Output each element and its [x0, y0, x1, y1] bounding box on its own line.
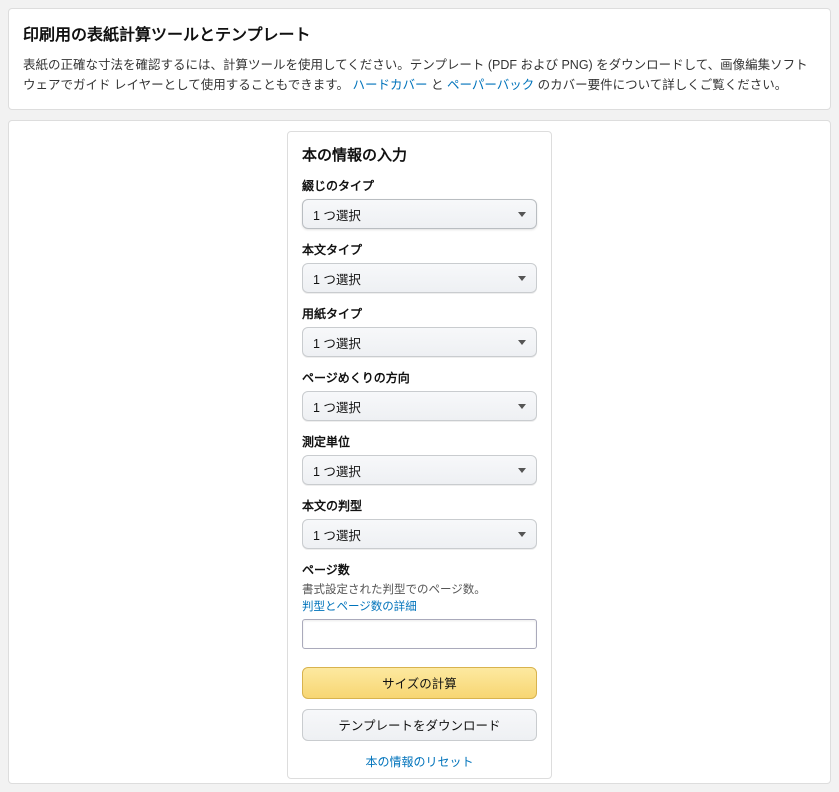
page-count-subtext: 書式設定された判型でのページ数。	[302, 583, 537, 598]
chevron-down-icon	[518, 468, 526, 473]
field-paper-type: 用紙タイプ 1 つ選択	[302, 305, 537, 357]
chevron-down-icon	[518, 340, 526, 345]
field-measurement-unit: 測定単位 1 つ選択	[302, 433, 537, 485]
interior-type-select[interactable]: 1 つ選択	[302, 263, 537, 293]
chevron-down-icon	[518, 404, 526, 409]
chevron-down-icon	[518, 276, 526, 281]
field-page-direction: ページめくりの方向 1 つ選択	[302, 369, 537, 421]
chevron-down-icon	[518, 532, 526, 537]
measurement-unit-label: 測定単位	[302, 433, 537, 450]
paper-type-label: 用紙タイプ	[302, 305, 537, 322]
calculate-size-button[interactable]: サイズの計算	[302, 667, 537, 699]
field-binding-type: 綴じのタイプ 1 つ選択	[302, 177, 537, 229]
book-info-form: 本の情報の入力 綴じのタイプ 1 つ選択 本文タイプ 1 つ選択 用紙タイプ 1…	[287, 131, 552, 779]
form-title: 本の情報の入力	[302, 144, 537, 165]
trim-size-label: 本文の判型	[302, 497, 537, 514]
interior-type-label: 本文タイプ	[302, 241, 537, 258]
binding-type-label: 綴じのタイプ	[302, 177, 537, 194]
field-page-count: ページ数 書式設定された判型でのページ数。 判型とページ数の詳細	[302, 561, 537, 649]
binding-type-select[interactable]: 1 つ選択	[302, 199, 537, 229]
paperback-link[interactable]: ペーパーバック	[447, 78, 534, 92]
download-template-button[interactable]: テンプレートをダウンロード	[302, 709, 537, 741]
page-count-label: ページ数	[302, 561, 537, 578]
page-count-input[interactable]	[302, 619, 537, 649]
page-direction-label: ページめくりの方向	[302, 369, 537, 386]
trim-size-select[interactable]: 1 つ選択	[302, 519, 537, 549]
field-interior-type: 本文タイプ 1 つ選択	[302, 241, 537, 293]
page-title: 印刷用の表紙計算ツールとテンプレート	[23, 21, 816, 45]
paper-type-select[interactable]: 1 つ選択	[302, 327, 537, 357]
field-trim-size: 本文の判型 1 つ選択	[302, 497, 537, 549]
hardcover-link[interactable]: ハードカバー	[352, 78, 427, 92]
page-count-details-link[interactable]: 判型とページ数の詳細	[302, 601, 417, 613]
page-description: 表紙の正確な寸法を確認するには、計算ツールを使用してください。テンプレート (P…	[23, 55, 816, 95]
measurement-unit-select[interactable]: 1 つ選択	[302, 455, 537, 485]
reset-link[interactable]: 本の情報のリセット	[302, 753, 537, 770]
page-direction-select[interactable]: 1 つ選択	[302, 391, 537, 421]
info-card: 印刷用の表紙計算ツールとテンプレート 表紙の正確な寸法を確認するには、計算ツール…	[8, 8, 831, 110]
chevron-down-icon	[518, 212, 526, 217]
form-area: 本の情報の入力 綴じのタイプ 1 つ選択 本文タイプ 1 つ選択 用紙タイプ 1…	[8, 120, 831, 784]
